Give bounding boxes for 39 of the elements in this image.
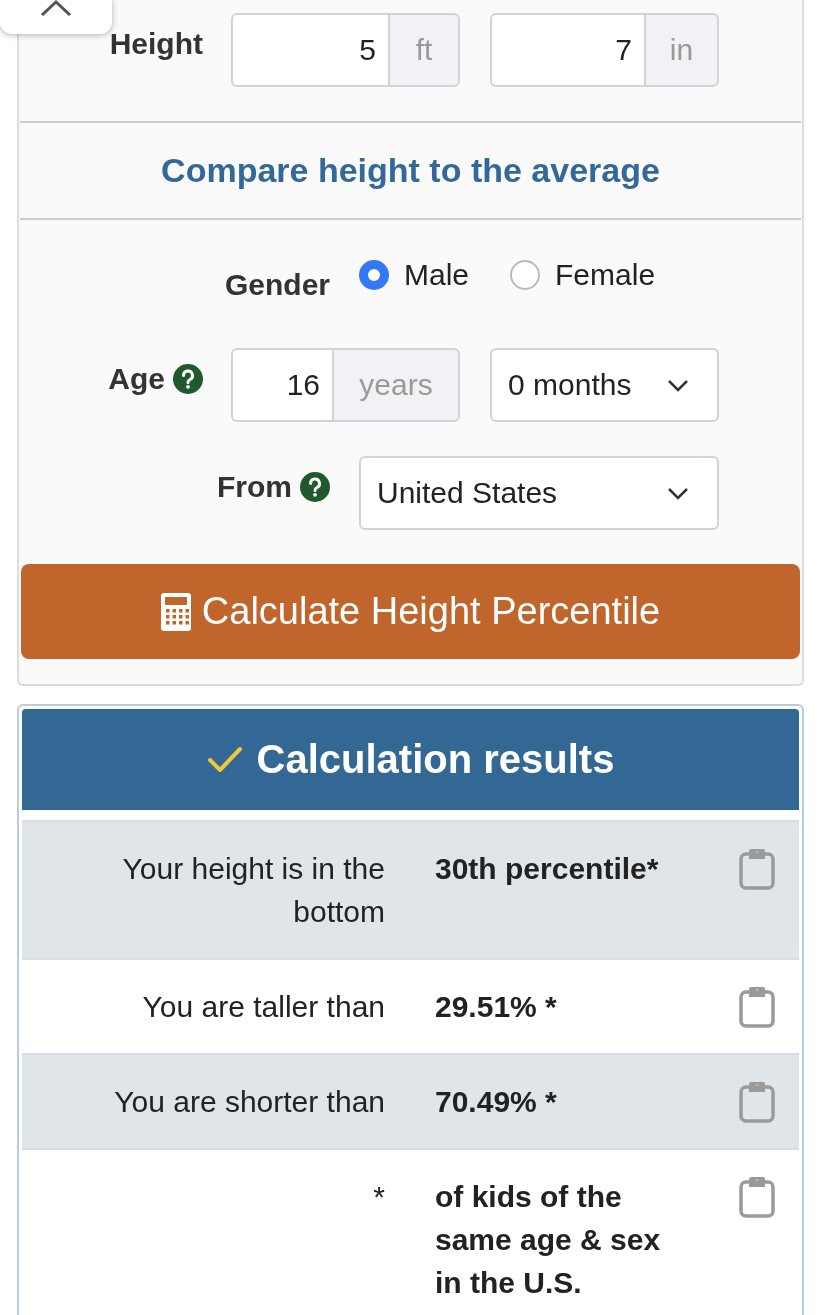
field-label: Height [109, 26, 203, 62]
clipboard-icon[interactable] [739, 1176, 775, 1218]
clipboard-icon[interactable] [739, 986, 775, 1028]
result-value: 29.51% * [434, 989, 558, 1025]
unit-label: in [644, 13, 719, 87]
clipboard-icon[interactable] [739, 848, 775, 890]
radio-button[interactable] [510, 260, 541, 290]
help-icon[interactable] [173, 364, 203, 394]
years-input[interactable]: 16 [231, 348, 332, 422]
caret-up-icon [40, 0, 72, 16]
radio-label[interactable]: Female [555, 254, 656, 296]
field-label: Age [108, 361, 165, 397]
radio-label[interactable]: Male [404, 254, 470, 296]
check-icon [206, 744, 243, 775]
unit-label: ft [388, 13, 460, 87]
result-label: You are taller than [141, 989, 386, 1025]
chevron-down-icon [667, 486, 689, 500]
country-select[interactable]: United States [359, 456, 719, 530]
result-value: of kids of the same age & sex in the U.S. [434, 1179, 662, 1301]
unit-label: years [332, 348, 460, 422]
inches-input[interactable]: 7 [490, 13, 644, 87]
results-title: Calculation results [256, 737, 615, 782]
calculator-icon [160, 592, 191, 631]
compare-link[interactable]: Compare height to the average [161, 151, 660, 190]
feet-input[interactable]: 5 [231, 13, 388, 87]
result-value: 70.49% * [434, 1084, 558, 1120]
scroll-top-button[interactable] [0, 0, 112, 34]
months-select[interactable]: 0 months [490, 348, 719, 422]
field-label: From [217, 469, 292, 505]
calculate-button[interactable]: Calculate Height Percentile [21, 564, 800, 659]
field-label: Gender [224, 267, 330, 303]
result-label: You are shorter than [113, 1084, 386, 1120]
result-value: 30th percentile* [434, 851, 660, 887]
help-icon[interactable] [300, 472, 330, 502]
result-label: Your height is in the bottom [121, 851, 386, 930]
clipboard-icon[interactable] [739, 1081, 775, 1123]
chevron-down-icon [667, 378, 689, 392]
result-label: * [372, 1179, 386, 1215]
radio-button[interactable] [359, 260, 389, 290]
